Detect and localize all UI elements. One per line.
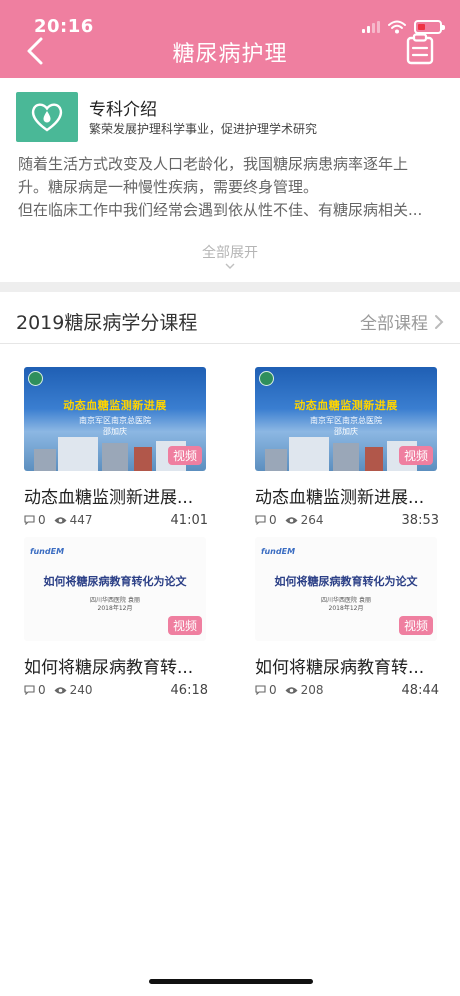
course-title: 动态血糖监测新进展...: [24, 488, 194, 508]
wifi-icon: [388, 20, 406, 34]
intro-description: 随着生活方式改变及人口老龄化，我国糖尿病患病率逐年上 升。糖尿病是一种慢性疾病，…: [18, 153, 442, 222]
chevron-right-icon: [435, 314, 444, 329]
thumbnail-date: 2018年12月: [328, 605, 364, 612]
home-indicator[interactable]: [149, 979, 313, 984]
comment-count: 0: [24, 683, 46, 697]
thumbnail-title: 动态血糖监测新进展: [63, 399, 167, 412]
intro-line: 升。糖尿病是一种慢性疾病，需要终身管理。: [18, 178, 319, 196]
expand-all-button[interactable]: 全部展开: [0, 242, 460, 270]
course-meta: 0 264 38:53: [255, 512, 439, 528]
comment-icon: [24, 685, 35, 695]
publisher-logo-icon: fundEM: [261, 547, 296, 556]
video-badge: 视频: [398, 616, 433, 635]
video-badge: 视频: [167, 616, 202, 635]
course-title: 如何将糖尿病教育转...: [24, 658, 194, 678]
eye-icon: [54, 516, 67, 524]
battery-icon: [414, 20, 445, 34]
video-badge: 视频: [398, 446, 433, 465]
thumbnail-title: 如何将糖尿病教育转化为论文: [43, 575, 187, 588]
thumbnail-title: 如何将糖尿病教育转化为论文: [274, 575, 418, 588]
view-count: 264: [285, 513, 324, 527]
course-duration: 38:53: [401, 512, 439, 528]
comment-count: 0: [255, 683, 277, 697]
course-meta: 0 208 48:44: [255, 682, 439, 698]
publisher-logo-icon: fundEM: [30, 547, 65, 556]
clipboard-icon[interactable]: [406, 33, 434, 65]
thumbnail-title: 动态血糖监测新进展: [294, 399, 398, 412]
view-count: 240: [54, 683, 93, 697]
course-title: 动态血糖监测新进展...: [255, 488, 425, 508]
course-duration: 46:18: [170, 682, 208, 698]
course-duration: 48:44: [401, 682, 439, 698]
eye-icon: [285, 686, 298, 694]
video-badge: 视频: [167, 446, 202, 465]
comment-icon: [24, 515, 35, 525]
course-thumbnail: fundEM 如何将糖尿病教育转化为论文 四川华西医院 袁丽 2018年12月 …: [255, 537, 437, 641]
hospital-emblem-icon: [259, 371, 274, 386]
view-count: 447: [54, 513, 93, 527]
comment-count: 0: [24, 513, 46, 527]
course-card[interactable]: 动态血糖监测新进展 南京军区南京总医院 邵加庆 视频 动态血糖监测新进展... …: [255, 367, 439, 528]
comment-count: 0: [255, 513, 277, 527]
section-divider: [0, 282, 460, 292]
all-courses-label: 全部课程: [360, 314, 428, 334]
specialty-name: 专科介绍: [89, 100, 157, 120]
signal-icon: [362, 21, 380, 33]
course-meta: 0 447 41:01: [24, 512, 208, 528]
specialty-logo-icon: [16, 92, 78, 142]
course-card[interactable]: fundEM 如何将糖尿病教育转化为论文 四川华西医院 袁丽 2018年12月 …: [24, 537, 208, 698]
course-duration: 41:01: [170, 512, 208, 528]
course-thumbnail: fundEM 如何将糖尿病教育转化为论文 四川华西医院 袁丽 2018年12月 …: [24, 537, 206, 641]
section-title: 2019糖尿病学分课程: [16, 312, 198, 334]
course-section-header: 2019糖尿病学分课程 全部课程: [0, 292, 460, 344]
course-meta: 0 240 46:18: [24, 682, 208, 698]
intro-line: 随着生活方式改变及人口老龄化，我国糖尿病患病率逐年上: [18, 155, 409, 173]
comment-icon: [255, 685, 266, 695]
header-bar: 20:16 糖尿病护理: [0, 0, 460, 78]
course-thumbnail: 动态血糖监测新进展 南京军区南京总医院 邵加庆 视频: [24, 367, 206, 471]
thumbnail-subtitle: 南京军区南京总医院: [79, 416, 151, 425]
thumbnail-author: 邵加庆: [334, 427, 358, 436]
course-card[interactable]: 动态血糖监测新进展 南京军区南京总医院 邵加庆 视频 动态血糖监测新进展... …: [24, 367, 208, 528]
thumbnail-author: 邵加庆: [103, 427, 127, 436]
course-thumbnail: 动态血糖监测新进展 南京军区南京总医院 邵加庆 视频: [255, 367, 437, 471]
specialty-slogan: 繁荣发展护理科学事业，促进护理学术研究: [89, 122, 318, 136]
all-courses-link[interactable]: 全部课程: [360, 309, 444, 334]
intro-line: 但在临床工作中我们经常会遇到依从性不佳、有糖尿病相关...: [18, 201, 423, 219]
view-count: 208: [285, 683, 324, 697]
hospital-emblem-icon: [28, 371, 43, 386]
eye-icon: [54, 686, 67, 694]
expand-all-label: 全部展开: [202, 245, 258, 261]
thumbnail-subtitle: 南京军区南京总医院: [310, 416, 382, 425]
course-title: 如何将糖尿病教育转...: [255, 658, 425, 678]
thumbnail-date: 2018年12月: [97, 605, 133, 612]
eye-icon: [285, 516, 298, 524]
specialty-intro: 专科介绍 繁荣发展护理科学事业，促进护理学术研究 随着生活方式改变及人口老龄化，…: [0, 78, 460, 282]
course-card[interactable]: fundEM 如何将糖尿病教育转化为论文 四川华西医院 袁丽 2018年12月 …: [255, 537, 439, 698]
chevron-down-icon: [225, 263, 235, 269]
comment-icon: [255, 515, 266, 525]
status-time: 20:16: [34, 16, 94, 37]
page-title: 糖尿病护理: [172, 42, 288, 67]
